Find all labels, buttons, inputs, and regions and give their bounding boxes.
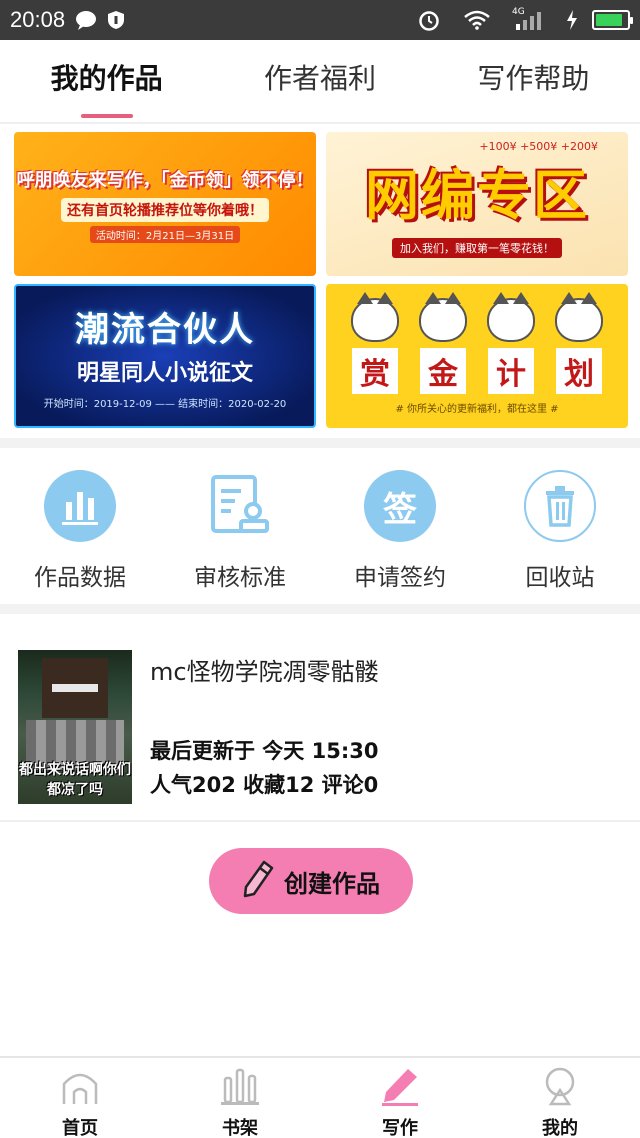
work-stats: 人气202 收藏12 评论0: [150, 773, 379, 797]
work-meta: 最后更新于 今天 15:30 人气202 收藏12 评论0: [150, 734, 378, 802]
work-title: mc怪物学院凋零骷髅: [150, 658, 379, 686]
nav-bookshelf[interactable]: 书架: [160, 1058, 320, 1138]
tab-writing-help[interactable]: 写作帮助: [427, 40, 640, 122]
create-work-button[interactable]: 创建作品: [209, 848, 413, 914]
banner-char: 划: [556, 347, 602, 394]
quick-action-label: 回收站: [525, 565, 595, 591]
cat-icon: [351, 291, 399, 342]
work-updated: 最后更新于 今天 15:30: [150, 739, 379, 763]
banner-title: 网编专区: [365, 163, 589, 227]
recycle-bin-button[interactable]: 回收站: [480, 452, 640, 600]
wifi-icon: [464, 10, 490, 30]
banner-editor-zone[interactable]: +100¥ +500¥ +200¥ 网编专区 加入我们，赚取第一笔零花钱！: [326, 132, 628, 276]
top-tabs: 我的作品 作者福利 写作帮助: [0, 40, 640, 124]
status-time: 20:08: [10, 7, 66, 32]
review-standard-button[interactable]: 审核标准: [160, 452, 320, 600]
section-divider: [0, 604, 640, 614]
tab-author-benefits[interactable]: 作者福利: [213, 40, 426, 122]
battery-icon: [592, 10, 633, 30]
signal-icon: 4G: [512, 7, 542, 30]
tab-label: 写作帮助: [477, 62, 590, 95]
banner-char: 赏: [352, 347, 398, 394]
tab-label: 作者福利: [263, 62, 376, 95]
cat-icon: [419, 291, 467, 342]
quick-action-label: 审核标准: [194, 565, 286, 591]
work-cover-image: 都出来说话啊你们都凉了吗: [18, 650, 132, 804]
nav-label: 首页: [62, 1118, 98, 1138]
profile-icon: [540, 1066, 580, 1110]
banner-date: 活动时间：2月21日—3月31日: [89, 225, 241, 243]
banner-char: 金: [420, 347, 466, 394]
tab-active-indicator: [80, 114, 133, 118]
banner-dates: 开始时间：2019-12-09 —— 结束时间：2020-02-20: [43, 399, 287, 410]
nav-home[interactable]: 首页: [0, 1058, 160, 1138]
nav-label: 我的: [542, 1118, 578, 1138]
banner-bounty-plan[interactable]: 赏 金 计 划 # 你所关心的更新福利，都在这里 #: [326, 284, 628, 428]
bottom-nav: 首页 书架 写作 我的: [0, 1056, 640, 1138]
tab-my-works[interactable]: 我的作品: [0, 40, 213, 122]
banner-subtitle: 明星同人小说征文: [76, 361, 253, 386]
bookshelf-icon: [220, 1066, 260, 1110]
pencil-icon: [242, 860, 274, 902]
nav-label: 书架: [222, 1118, 258, 1138]
banner-subtitle: 加入我们，赚取第一笔零花钱！: [392, 237, 562, 258]
pen-icon: [380, 1066, 420, 1110]
work-data-button[interactable]: 作品数据: [0, 452, 160, 600]
create-work-label: 创建作品: [284, 869, 380, 898]
charging-icon: [566, 10, 578, 30]
banner-caption: # 你所关心的更新福利，都在这里 #: [395, 403, 559, 415]
nav-profile[interactable]: 我的: [480, 1058, 640, 1138]
nav-write[interactable]: 写作: [320, 1058, 480, 1138]
banner-title: 呼朋唤友来写作，「金币领」领不停！: [16, 169, 314, 191]
banner-subtitle: 还有首页轮播推荐位等你着哦！: [61, 197, 269, 222]
cover-caption: 都出来说话啊你们都凉了吗: [19, 762, 131, 798]
banner-trend-partner[interactable]: 潮流合伙人 明星同人小说征文 开始时间：2019-12-09 —— 结束时间：2…: [14, 284, 316, 428]
quick-actions: 作品数据 审核标准 签 申请签约 回收站: [0, 452, 640, 600]
bar-chart-icon: [44, 470, 116, 542]
apply-contract-button[interactable]: 签 申请签约: [320, 452, 480, 600]
tab-label: 我的作品: [50, 62, 163, 95]
banner-title: 赏 金 计 划: [352, 347, 602, 394]
nav-label: 写作: [382, 1118, 418, 1138]
shield-icon: [107, 10, 125, 30]
quick-action-label: 申请签约: [354, 565, 446, 591]
banner-invite-friends[interactable]: 呼朋唤友来写作，「金币领」领不停！ 还有首页轮播推荐位等你着哦！ 活动时间：2月…: [14, 132, 316, 276]
banner-char: 计: [488, 347, 534, 394]
status-bar: 20:08 4G: [0, 0, 640, 40]
banner-grid: 呼朋唤友来写作，「金币领」领不停！ 还有首页轮播推荐位等你着哦！ 活动时间：2月…: [14, 132, 628, 428]
alarm-icon: [418, 9, 440, 31]
banner-note: +100¥ +500¥ +200¥: [479, 140, 598, 153]
cat-icon: [555, 291, 603, 342]
cat-icon: [487, 291, 535, 342]
banner-title: 潮流合伙人: [75, 310, 255, 350]
sign-icon-text: 签: [383, 489, 417, 530]
trash-icon: [524, 470, 596, 542]
home-icon: [60, 1066, 100, 1110]
cat-illustrations: [351, 291, 603, 342]
network-type: 4G: [512, 7, 525, 17]
work-list-item[interactable]: 都出来说话啊你们都凉了吗 mc怪物学院凋零骷髅 最后更新于 今天 15:30 人…: [0, 648, 640, 822]
sign-icon: 签: [364, 470, 436, 542]
section-divider: [0, 438, 640, 448]
document-stamp-icon: [204, 470, 276, 542]
message-icon: [75, 10, 97, 30]
quick-action-label: 作品数据: [34, 565, 126, 591]
